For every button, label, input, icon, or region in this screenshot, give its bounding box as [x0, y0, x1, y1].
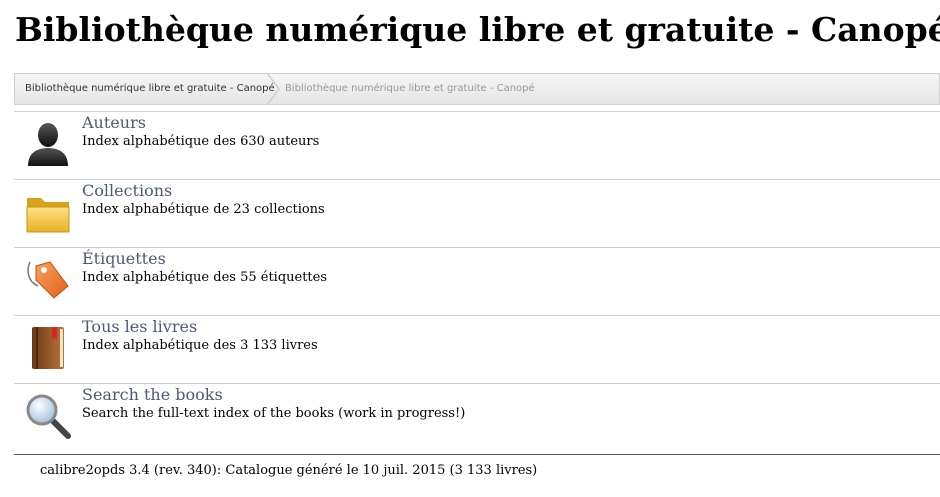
breadcrumb: Bibliothèque numérique libre et gratuite…: [14, 73, 940, 105]
footer-text: calibre2opds 3.4 (rev. 340): Catalogue g…: [40, 463, 538, 478]
menu-item-description: Index alphabétique des 3 133 livres: [82, 338, 318, 353]
menu-item-label[interactable]: Auteurs: [82, 113, 146, 132]
menu-item-label[interactable]: Search the books: [82, 385, 223, 404]
page-title: Bibliothèque numérique libre et gratuite…: [15, 10, 940, 49]
folder-icon: [26, 198, 70, 233]
author-icon: [28, 123, 68, 166]
menu-item-description: Index alphabétique des 55 étiquettes: [82, 270, 328, 285]
menu-item-description: Search the full-text index of the books …: [82, 406, 466, 421]
menu-item-label[interactable]: Collections: [82, 181, 172, 200]
menu-item-search[interactable]: Search the books Search the full-text in…: [14, 383, 940, 451]
tag-icon: [27, 261, 69, 299]
menu-item-label[interactable]: Tous les livres: [82, 317, 197, 336]
menu-item-all-books[interactable]: Tous les livres Index alphabétique des 3…: [14, 315, 940, 383]
breadcrumb-home-link[interactable]: Bibliothèque numérique libre et gratuite…: [25, 74, 275, 104]
book-icon: [32, 327, 64, 369]
catalog-menu: Auteurs Index alphabétique des 630 auteu…: [14, 111, 940, 451]
footer-divider: [14, 454, 940, 455]
menu-item-tags[interactable]: Étiquettes Index alphabétique des 55 éti…: [14, 247, 940, 315]
menu-item-description: Index alphabétique de 23 collections: [82, 202, 325, 217]
menu-item-collections[interactable]: Collections Index alphabétique de 23 col…: [14, 179, 940, 247]
breadcrumb-current: Bibliothèque numérique libre et gratuite…: [285, 83, 535, 94]
menu-item-description: Index alphabétique des 630 auteurs: [82, 134, 320, 149]
menu-item-authors[interactable]: Auteurs Index alphabétique des 630 auteu…: [14, 111, 940, 179]
breadcrumb-separator-icon: [266, 73, 280, 105]
search-icon: [26, 394, 71, 439]
menu-item-label[interactable]: Étiquettes: [82, 249, 166, 268]
